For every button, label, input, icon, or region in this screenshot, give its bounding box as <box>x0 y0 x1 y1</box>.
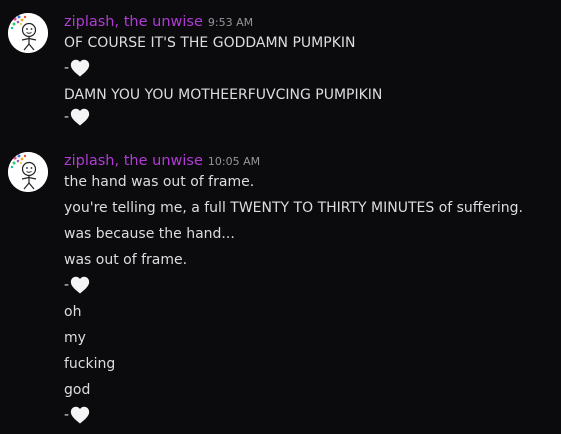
username[interactable]: ziplash, the unwise <box>64 153 203 169</box>
message-line: - <box>64 56 91 80</box>
timestamp[interactable]: 10:05 AM <box>208 155 260 168</box>
message-header: ziplash, the unwise 10:05 AM <box>64 149 260 171</box>
message-line: - <box>64 105 91 129</box>
white-heart-icon <box>69 274 91 296</box>
doodle-avatar-icon[interactable] <box>8 152 48 192</box>
message-line: god <box>64 382 91 398</box>
white-heart-icon <box>69 57 91 79</box>
message-line: was because the hand... <box>64 226 235 242</box>
username[interactable]: ziplash, the unwise <box>64 14 203 30</box>
message-line: the hand was out of frame. <box>64 174 255 190</box>
white-heart-icon <box>69 404 91 426</box>
white-heart-icon <box>69 106 91 128</box>
message-line: - <box>64 403 91 427</box>
message-line: my <box>64 330 86 346</box>
message-line: - <box>64 273 91 297</box>
message-header: ziplash, the unwise 9:53 AM <box>64 10 253 32</box>
message-line: OF COURSE IT'S THE GODDAMN PUMPKIN <box>64 35 356 51</box>
message-line: oh <box>64 304 82 320</box>
message-line: fucking <box>64 356 116 372</box>
message-line: you're telling me, a full TWENTY TO THIR… <box>64 200 523 216</box>
timestamp[interactable]: 9:53 AM <box>208 16 253 29</box>
message-line: DAMN YOU YOU MOTHEERFUVCING PUMPIKIN <box>64 87 383 103</box>
message-line: was out of frame. <box>64 252 188 268</box>
doodle-avatar-icon[interactable] <box>8 13 48 53</box>
